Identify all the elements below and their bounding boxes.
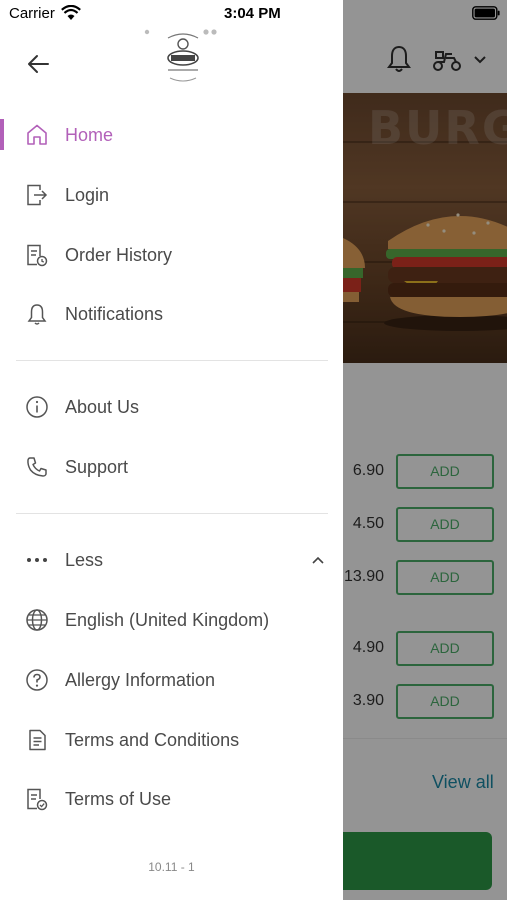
bell-icon (24, 301, 50, 327)
menu-item-support[interactable]: Support (0, 439, 343, 495)
question-circle-icon (24, 667, 50, 693)
document-icon (24, 727, 50, 753)
battery-icon (472, 6, 500, 20)
navigation-drawer: Home Login Order History Notifications A… (0, 0, 343, 900)
carrier-label: Carrier (9, 5, 55, 22)
menu-item-home[interactable]: Home (0, 107, 343, 163)
menu-item-label: Login (65, 184, 110, 205)
menu-item-label: Notifications (65, 303, 164, 324)
menu-item-label: Support (65, 456, 129, 477)
home-icon (24, 122, 50, 148)
menu-item-label: About Us (65, 396, 140, 417)
more-toggle[interactable]: Less (0, 532, 343, 588)
back-button[interactable] (22, 48, 54, 80)
menu-item-label: Order History (65, 244, 173, 265)
phone-icon (24, 454, 50, 480)
clock: 3:04 PM (224, 5, 281, 22)
menu-item-language[interactable]: English (United Kingdom) (0, 592, 343, 648)
document-check-icon (24, 786, 50, 812)
menu-item-label: Terms of Use (65, 788, 172, 809)
login-icon (24, 182, 50, 208)
menu-item-label: Terms and Conditions (65, 729, 240, 750)
menu-item-label: English (United Kingdom) (65, 609, 270, 630)
menu-item-label: Home (65, 124, 114, 145)
status-bar: Carrier 3:04 PM (0, 0, 507, 28)
wifi-icon (61, 5, 81, 20)
menu-item-label: Allergy Information (65, 669, 216, 690)
menu-item-allergy-information[interactable]: Allergy Information (0, 652, 343, 708)
app-version: 10.11 - 1 (148, 860, 195, 874)
globe-icon (24, 607, 50, 633)
menu-item-order-history[interactable]: Order History (0, 227, 343, 283)
menu-item-login[interactable]: Login (0, 167, 343, 223)
menu-item-notifications[interactable]: Notifications (0, 286, 343, 342)
menu-item-terms-and-conditions[interactable]: Terms and Conditions (0, 712, 343, 768)
restaurant-logo (167, 33, 199, 82)
menu-item-about-us[interactable]: About Us (0, 379, 343, 435)
divider (16, 513, 328, 514)
more-dots-icon (24, 547, 50, 573)
menu-item-terms-of-use[interactable]: Terms of Use (0, 771, 343, 827)
divider (16, 360, 328, 361)
order-history-icon (24, 242, 50, 268)
info-icon (24, 394, 50, 420)
chevron-up-icon (312, 556, 324, 564)
more-toggle-label: Less (65, 549, 104, 570)
arrow-left-icon (28, 55, 49, 73)
